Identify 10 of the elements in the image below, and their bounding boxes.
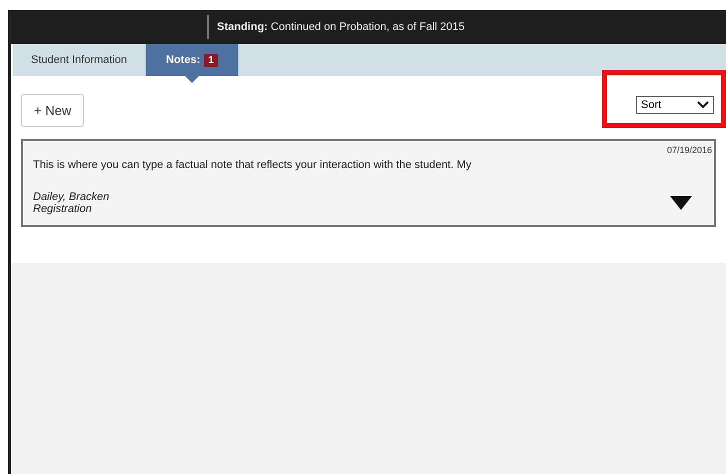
note-author: Dailey, Bracken	[33, 191, 110, 203]
expand-triangle-icon[interactable]	[670, 196, 692, 210]
count-badge: 1	[204, 54, 218, 66]
note-category: Registration	[33, 203, 93, 215]
note-date: 07/19/2016	[666, 145, 712, 155]
note-text: This is where you can type a factual note that reflects your interaction with the student. My	[33, 159, 472, 171]
new-button[interactable]: + New	[21, 94, 84, 127]
standing-status: Standing: Continued on Probation, as of Fall 2015	[217, 21, 465, 33]
chevron-down-icon	[697, 101, 709, 109]
sort-dropdown[interactable]: Sort	[636, 96, 714, 114]
